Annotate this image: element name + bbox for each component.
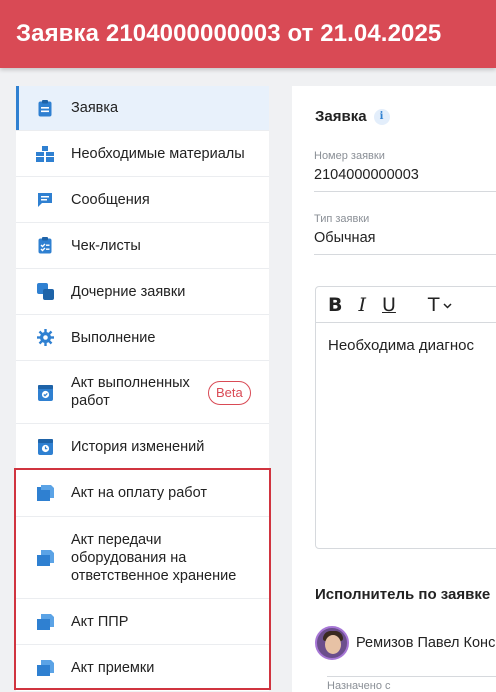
avatar xyxy=(315,626,349,660)
gear-icon xyxy=(36,329,54,347)
editor-text[interactable]: Необходима диагнос xyxy=(316,323,496,368)
text-style-label: T xyxy=(427,293,440,316)
sidebar-item-act-done[interactable]: Акт выполненных работ Beta xyxy=(16,361,269,424)
section-title-text: Заявка xyxy=(315,108,367,125)
executor-title: Исполнитель по заявке xyxy=(315,586,491,603)
sidebar-item-label: Необходимые материалы xyxy=(71,145,245,162)
request-type-field[interactable]: Тип заявки Обычная xyxy=(314,213,496,255)
field-value: 2104000000003 xyxy=(314,167,419,183)
child-requests-icon xyxy=(36,283,54,301)
sidebar-item-label: Чек-листы xyxy=(71,237,141,254)
assigned-field[interactable]: Назначено с xyxy=(327,676,496,692)
request-number-field[interactable]: Номер заявки 2104000000003 xyxy=(314,150,496,192)
italic-button[interactable]: I xyxy=(358,294,366,316)
checklist-icon xyxy=(36,237,54,255)
sidebar-item-label: Акт передачи оборудования на ответственн… xyxy=(71,531,237,584)
document-icon xyxy=(36,613,54,631)
sidebar-item-label: История изменений xyxy=(71,438,205,455)
document-icon xyxy=(36,484,54,502)
sidebar-item-act-storage[interactable]: Акт передачи оборудования на ответственн… xyxy=(16,517,269,599)
text-style-dropdown[interactable]: T xyxy=(428,294,452,316)
sidebar-item-act-ppr[interactable]: Акт ППР xyxy=(16,599,269,645)
executor-person[interactable]: Ремизов Павел Конс xyxy=(315,626,495,660)
underline-button[interactable]: U xyxy=(382,294,396,316)
request-panel: Заявка i Номер заявки 2104000000003 Тип … xyxy=(292,86,496,692)
sidebar-item-label: Акт выполненных работ xyxy=(71,375,190,409)
field-label: Номер заявки xyxy=(314,150,385,162)
info-icon[interactable]: i xyxy=(373,108,390,125)
chevron-down-icon xyxy=(443,298,452,312)
field-label: Назначено с xyxy=(327,680,391,692)
editor-toolbar: B I U T xyxy=(316,287,496,323)
sidebar-item-messages[interactable]: Сообщения xyxy=(16,177,269,223)
field-label: Тип заявки xyxy=(314,213,370,225)
sidebar-item-label: Заявка xyxy=(71,100,119,116)
document-icon xyxy=(36,659,54,677)
sidebar-item-execution[interactable]: Выполнение xyxy=(16,315,269,361)
sidebar: Заявка Необходимые материалы Сообщения Ч… xyxy=(16,86,269,691)
materials-icon xyxy=(36,145,54,163)
sidebar-item-label: Акт на оплату работ xyxy=(71,485,207,501)
sidebar-item-child-requests[interactable]: Дочерние заявки xyxy=(16,269,269,315)
bold-button[interactable]: B xyxy=(328,294,342,316)
sidebar-item-history[interactable]: История изменений xyxy=(16,424,269,470)
sidebar-item-label: Дочерние заявки xyxy=(71,283,186,300)
sidebar-item-label: Акт ППР xyxy=(71,613,129,630)
act-done-icon xyxy=(36,383,54,401)
sidebar-item-label: Акт приемки xyxy=(71,660,155,676)
sidebar-item-act-acceptance[interactable]: Акт приемки xyxy=(16,645,269,691)
page-title: Заявка 2104000000003 от 21.04.2025 xyxy=(16,20,442,47)
sidebar-item-materials[interactable]: Необходимые материалы xyxy=(16,131,269,177)
field-value: Обычная xyxy=(314,230,376,246)
executor-name: Ремизов Павел Конс xyxy=(356,635,496,651)
section-title: Заявка i xyxy=(315,108,390,125)
history-icon xyxy=(36,438,54,456)
clipboard-icon xyxy=(36,99,54,117)
sidebar-item-checklists[interactable]: Чек-листы xyxy=(16,223,269,269)
sidebar-item-act-payment[interactable]: Акт на оплату работ xyxy=(16,470,269,517)
sidebar-item-label: Сообщения xyxy=(71,191,150,208)
sidebar-item-label: Выполнение xyxy=(71,329,156,346)
description-editor[interactable]: B I U T Необходима диагнос xyxy=(315,286,496,549)
app-header: Заявка 2104000000003 от 21.04.2025 xyxy=(0,0,496,68)
sidebar-item-request[interactable]: Заявка xyxy=(16,86,269,131)
beta-badge: Beta xyxy=(208,381,251,405)
chat-icon xyxy=(36,191,54,209)
document-icon xyxy=(36,549,54,567)
